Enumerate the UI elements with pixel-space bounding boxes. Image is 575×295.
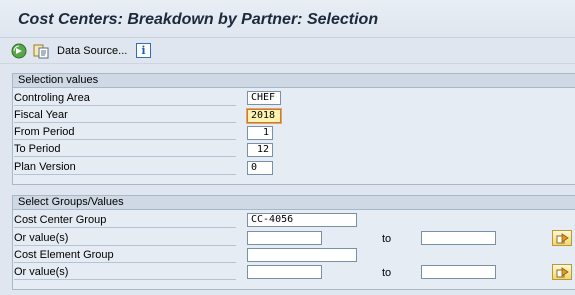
fiscal-year-input[interactable]: 2018 (247, 109, 281, 123)
multiple-selection-arrow-icon (556, 267, 569, 278)
plan-version-input[interactable]: 0 (247, 161, 273, 175)
cost-element-to-input[interactable] (421, 265, 496, 279)
controlling-area-label: Controling Area (14, 92, 236, 106)
get-variant-icon[interactable] (33, 43, 49, 59)
info-icon[interactable]: i (136, 43, 151, 58)
cost-element-group-input[interactable] (247, 248, 357, 262)
to-period-label: To Period (14, 143, 236, 157)
ce-multiple-selection-button[interactable] (552, 264, 572, 280)
ce-to-label: to (382, 267, 392, 279)
page-title: Cost Centers: Breakdown by Partner: Sele… (18, 11, 379, 28)
ce-or-values-label: Or value(s) (14, 266, 236, 280)
selection-values-heading: Selection values (13, 74, 575, 88)
execute-icon[interactable] (11, 43, 27, 59)
cost-center-from-input[interactable] (247, 231, 322, 245)
data-source-button[interactable]: Data Source... (57, 45, 127, 57)
cost-element-from-input[interactable] (247, 265, 322, 279)
cc-to-label: to (382, 233, 392, 245)
cost-center-group-input[interactable]: CC-4056 (247, 213, 357, 227)
groups-values-heading: Select Groups/Values (13, 196, 575, 210)
application-toolbar: Data Source... i (0, 38, 575, 64)
fiscal-year-label: Fiscal Year (14, 109, 236, 123)
from-period-label: From Period (14, 126, 236, 140)
controlling-area-input[interactable]: CHEF (247, 91, 281, 105)
multiple-selection-arrow-icon (556, 233, 569, 244)
plan-version-label: Plan Version (14, 161, 236, 175)
cost-element-group-label: Cost Element Group (14, 249, 236, 263)
from-period-input[interactable]: 1 (247, 126, 273, 140)
cost-center-to-input[interactable] (421, 231, 496, 245)
to-period-input[interactable]: 12 (247, 143, 273, 157)
cc-or-values-label: Or value(s) (14, 232, 236, 246)
title-bar: Cost Centers: Breakdown by Partner: Sele… (0, 0, 575, 38)
cost-center-group-label: Cost Center Group (14, 214, 236, 228)
cc-multiple-selection-button[interactable] (552, 230, 572, 246)
